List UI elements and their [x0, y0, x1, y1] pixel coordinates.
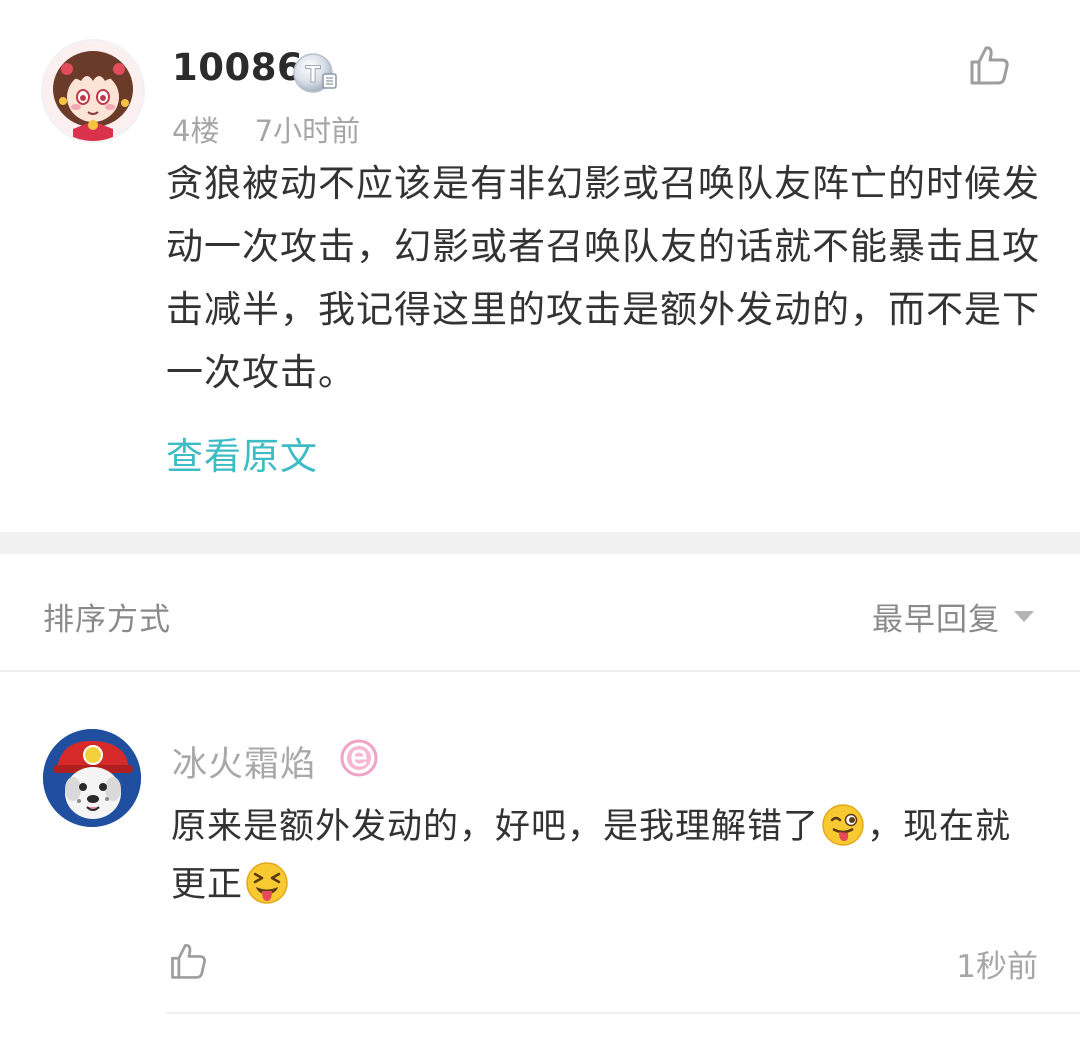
thumbs-up-icon[interactable]	[966, 42, 1012, 88]
floor-number: 4楼	[172, 114, 220, 148]
divider	[166, 1012, 1080, 1014]
sort-bar: 排序方式 最早回复	[0, 554, 1080, 670]
reply-content: 原来是额外发动的，好吧，是我理解错了 ，现在就更正	[171, 798, 1041, 914]
post-username[interactable]: 10086	[172, 46, 303, 89]
view-original-link[interactable]: 查看原文	[166, 426, 318, 480]
reply-avatar[interactable]	[43, 729, 141, 827]
svg-text:T: T	[305, 63, 320, 88]
squinting-tongue-emoji-icon	[246, 862, 288, 904]
comment-page: 10086 T 4楼 7小时前 贪狼被动不应该是有非幻影或召唤队友阵亡的时候发动…	[0, 0, 1080, 1054]
reply-username[interactable]: 冰火霜焰	[172, 736, 316, 787]
winking-tongue-emoji-icon	[822, 804, 864, 846]
reply-time: 1秒前	[956, 949, 1038, 985]
t-level-badge-icon: T	[293, 53, 337, 93]
e-badge-icon	[340, 739, 378, 777]
anime-girl-avatar-image	[43, 41, 143, 141]
section-divider	[0, 532, 1080, 554]
main-post: 10086 T 4楼 7小时前 贪狼被动不应该是有非幻影或召唤队友阵亡的时候发动…	[0, 0, 1080, 532]
post-content: 贪狼被动不应该是有非幻影或召唤队友阵亡的时候发动一次攻击，幻影或者召唤队友的话就…	[166, 162, 1040, 394]
avatar[interactable]	[43, 41, 143, 141]
post-time: 7小时前	[254, 114, 361, 148]
dog-avatar-image	[43, 729, 141, 827]
post-meta: 4楼 7小时前	[172, 108, 386, 150]
sort-dropdown[interactable]: 最早回复	[872, 594, 1000, 639]
chevron-down-icon[interactable]	[1014, 611, 1034, 622]
thumbs-up-icon[interactable]	[167, 940, 209, 982]
reply-text-1: 原来是额外发动的，好吧，是我理解错了	[171, 807, 820, 847]
sort-label: 排序方式	[43, 602, 171, 638]
divider	[0, 670, 1080, 672]
